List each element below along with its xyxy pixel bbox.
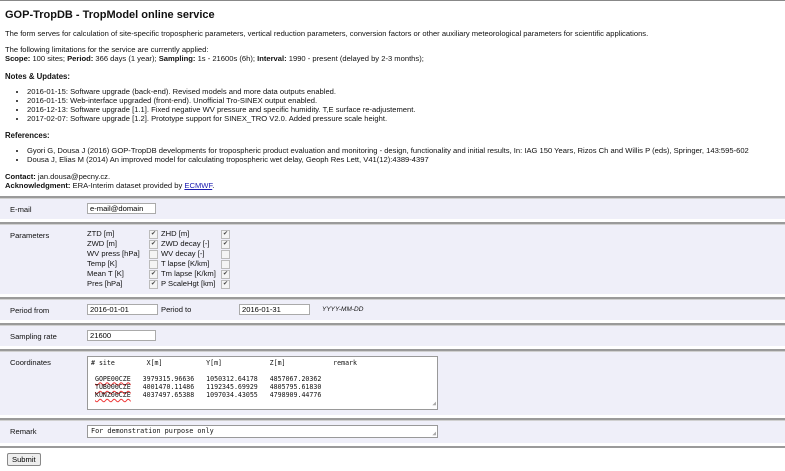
- scope-value: 100 sites;: [32, 54, 65, 63]
- list-item: 2016-01-15: Software upgrade (back-end).…: [27, 87, 780, 96]
- list-item: 2016-12-13: Software upgrade [1.1]. Fixe…: [27, 105, 780, 114]
- sampling-value: 1s - 21600s (6h);: [197, 54, 255, 63]
- coordinate-z: 4805795.61830: [269, 382, 322, 391]
- coordinate-row: GOPE00CZE 3979315.96636 1050312.64178 48…: [91, 375, 434, 383]
- remark-row: Remark For demonstration purpose only ◢: [0, 417, 785, 443]
- parameters-label: Parameters: [10, 230, 50, 240]
- period-from-label: Period from: [10, 305, 50, 315]
- parameter-label: T lapse [K/km]: [161, 258, 210, 268]
- sampling-row: Sampling rate: [0, 322, 785, 346]
- remark-value: For demonstration purpose only: [91, 426, 214, 435]
- date-format-hint: YYYY-MM-DD: [322, 305, 364, 313]
- parameter-checkbox[interactable]: ✔: [221, 269, 230, 279]
- ecmwf-link[interactable]: ECMWF: [184, 181, 212, 190]
- period-row: Period from Period to YYYY-MM-DD: [0, 296, 785, 320]
- parameter-checkbox[interactable]: ✔: [149, 269, 158, 279]
- sampling-label: Sampling:: [158, 54, 196, 63]
- interval-label: Interval:: [257, 54, 287, 63]
- period-to-label: Period to: [161, 304, 192, 314]
- list-item: 2017-02-07: Software upgrade [1.2]. Prot…: [27, 114, 780, 123]
- list-item: Gyori G, Dousa J (2016) GOP-TropDB devel…: [27, 146, 780, 155]
- list-item: Dousa J, Elias M (2014) An improved mode…: [27, 155, 780, 164]
- ack-suffix: .: [212, 181, 215, 190]
- intro-section: GOP-TropDB - TropModel online service Th…: [0, 9, 785, 191]
- list-item: 2016-01-15: Web-interface upgraded (fron…: [27, 96, 780, 105]
- parameter-label: ZTD [m]: [87, 228, 115, 238]
- parameter-checkbox[interactable]: [149, 259, 158, 269]
- coordinate-site: GOPE00CZE: [94, 374, 131, 383]
- parameter-checkbox[interactable]: ✔: [221, 239, 230, 249]
- notes-heading: Notes & Updates:: [5, 71, 70, 81]
- email-field[interactable]: [87, 202, 156, 214]
- parameter-checkbox[interactable]: [221, 259, 230, 269]
- coordinate-y: 1192345.69929: [206, 382, 258, 391]
- email-row: E-mail: [0, 195, 785, 219]
- remark-label: Remark: [10, 426, 37, 436]
- references-list: Gyori G, Dousa J (2016) GOP-TropDB devel…: [5, 146, 780, 164]
- coordinate-x: 4001470.11486: [142, 382, 195, 391]
- contact-label: Contact:: [5, 171, 36, 181]
- parameter-checkbox[interactable]: ✔: [221, 229, 230, 239]
- tropmodel-form: E-mail Parameters ZTD [m]✔ZHD [m]✔ZWD [m…: [0, 195, 785, 471]
- resize-handle-icon[interactable]: ◢: [432, 428, 436, 439]
- remark-textarea[interactable]: For demonstration purpose only ◢: [87, 424, 438, 439]
- period-label: Period:: [67, 54, 94, 63]
- coordinates-rows: GOPE00CZE 3979315.96636 1050312.64178 48…: [91, 375, 434, 400]
- parameter-label: ZHD [m]: [161, 228, 190, 238]
- parameter-label: ZWD [m]: [87, 238, 117, 248]
- parameter-checkbox[interactable]: ✔: [149, 229, 158, 239]
- coordinate-y: 1050312.64178: [206, 374, 258, 383]
- period-value: 366 days (1 year);: [95, 54, 157, 63]
- coordinate-site: TUB000CZE: [94, 382, 131, 391]
- parameter-label: ZWD decay [-]: [161, 238, 210, 248]
- parameter-checkbox[interactable]: ✔: [149, 279, 158, 289]
- coordinate-z: 4798909.44776: [269, 391, 322, 400]
- description: The form serves for calculation of site-…: [5, 29, 649, 38]
- period-to-field[interactable]: [239, 303, 310, 315]
- email-label: E-mail: [10, 204, 32, 214]
- parameter-checkbox[interactable]: [221, 249, 230, 259]
- limitations-intro: The following limitations for the servic…: [5, 44, 209, 54]
- parameter-label: Temp [K]: [87, 258, 117, 268]
- parameter-checkbox[interactable]: ✔: [149, 239, 158, 249]
- coordinate-site: KUNZ00CZE: [94, 391, 131, 400]
- coordinate-x: 4037497.65388: [142, 391, 195, 400]
- parameter-label: WV decay [-]: [161, 248, 205, 258]
- coordinate-row: KUNZ00CZE 4037497.65388 1097034.43055 47…: [91, 391, 434, 399]
- notes-list: 2016-01-15: Software upgrade (back-end).…: [5, 87, 780, 123]
- coordinates-row: Coordinates # site X[m] Y[m] Z[m] remark…: [0, 348, 785, 415]
- parameters-row: Parameters ZTD [m] ✔ ZHD [m] ✔ ZWD [m] ✔ ZWD d…: [0, 221, 785, 294]
- contact-ack: Contact: jan.dousa@pecny.cz. Acknowledgm…: [5, 172, 780, 191]
- ack-label: Acknowledgment:: [5, 181, 71, 190]
- coordinate-z: 4857067.20362: [269, 374, 322, 383]
- coordinate-x: 3979315.96636: [142, 374, 195, 383]
- page-title: GOP-TropDB - TropModel online service: [5, 9, 215, 21]
- parameter-label: WV press [hPa]: [87, 248, 140, 258]
- interval-value: 1990 - present (delayed by 2-3 months);: [288, 54, 424, 63]
- contact-email: jan.dousa@pecny.cz.: [37, 171, 111, 181]
- parameter-label: Mean T [K]: [87, 268, 124, 278]
- scope-label: Scope:: [5, 54, 31, 63]
- parameters-grid: ZTD [m] ✔ ZHD [m] ✔ ZWD [m] ✔ ZWD decay [-] ✔ WV…: [87, 229, 785, 289]
- sampling-label: Sampling rate: [10, 331, 57, 341]
- limitations: The following limitations for the servic…: [5, 45, 780, 64]
- parameter-label: Pres [hPa]: [87, 278, 123, 288]
- resize-handle-icon[interactable]: ◢: [432, 400, 436, 408]
- parameter-label: P ScaleHgt [km]: [161, 278, 216, 288]
- period-from-field[interactable]: [87, 303, 158, 315]
- references-heading: References:: [5, 130, 50, 140]
- parameter-checkbox[interactable]: ✔: [221, 279, 230, 289]
- coordinates-textarea[interactable]: # site X[m] Y[m] Z[m] remark GOPE00CZE 3…: [87, 355, 438, 410]
- sampling-rate-field[interactable]: [87, 329, 156, 341]
- parameter-label: Tm lapse [K/km]: [161, 268, 216, 278]
- coordinates-header: # site X[m] Y[m] Z[m] remark: [91, 358, 357, 367]
- submit-button[interactable]: Submit: [7, 452, 41, 466]
- parameter-checkbox[interactable]: [149, 249, 158, 259]
- ack-text: ERA-Interim dataset provided by: [72, 181, 183, 190]
- coordinates-label: Coordinates: [10, 357, 51, 367]
- coordinate-y: 1097034.43055: [206, 391, 258, 400]
- coordinate-row: TUB000CZE 4001470.11486 1192345.69929 48…: [91, 383, 434, 391]
- submit-row: Submit: [0, 445, 785, 471]
